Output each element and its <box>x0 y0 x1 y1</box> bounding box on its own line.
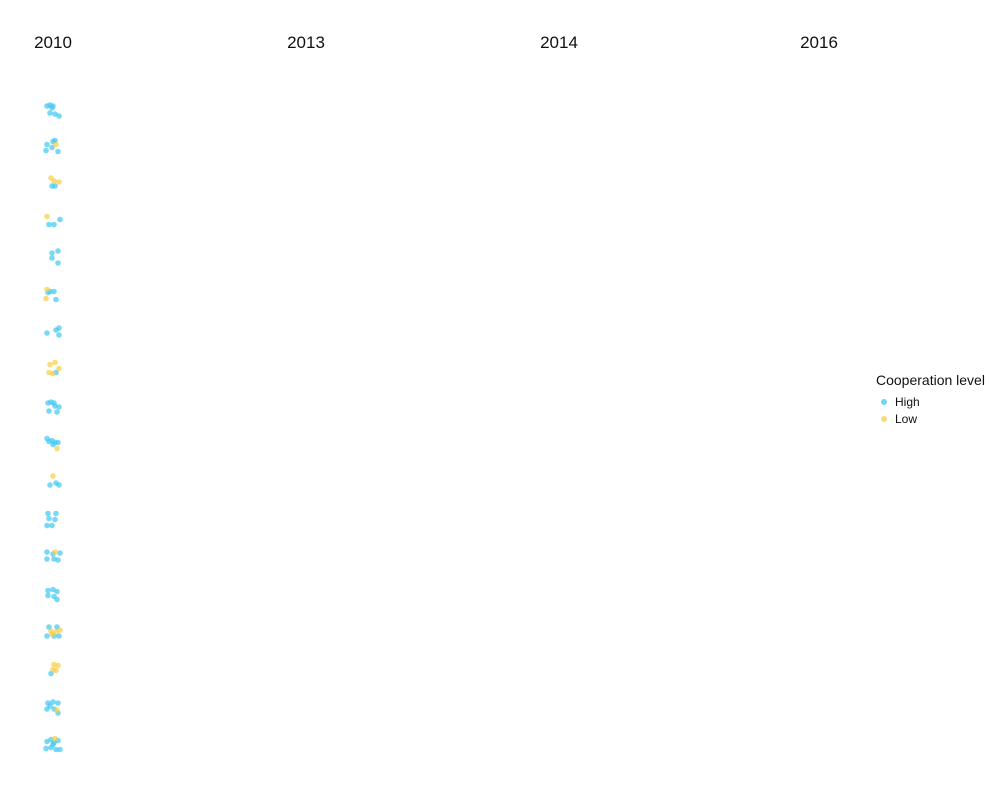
data-point-high <box>44 556 50 562</box>
points-layer <box>43 102 63 753</box>
data-point-high <box>49 255 55 261</box>
legend-label-high: High <box>895 394 920 409</box>
data-point-high <box>56 332 62 338</box>
legend-swatch-low <box>881 415 887 422</box>
legend-label-low: Low <box>895 411 918 426</box>
data-point-high <box>43 745 49 752</box>
data-point-high <box>53 296 59 303</box>
data-point-high <box>49 105 55 111</box>
data-point-high <box>55 439 61 446</box>
data-point-high <box>50 741 56 748</box>
data-point-low <box>54 707 60 713</box>
facet-labels: 2010 2013 2014 2016 <box>34 33 838 52</box>
data-point-high <box>55 260 61 266</box>
data-point-high <box>47 482 53 488</box>
data-point-high <box>54 409 60 415</box>
data-point-low <box>50 473 56 479</box>
data-point-high <box>57 746 63 753</box>
data-point-high <box>56 325 62 331</box>
legend-title: Cooperation level <box>876 372 985 388</box>
data-point-low <box>50 370 56 377</box>
data-point-high <box>53 510 59 517</box>
data-point-high <box>49 250 55 256</box>
data-point-low <box>55 662 61 669</box>
data-point-high <box>57 550 63 556</box>
data-point-high <box>44 522 50 529</box>
data-point-high <box>57 216 63 223</box>
data-point-high <box>44 141 50 148</box>
data-point-low <box>43 295 49 302</box>
data-point-high <box>52 183 58 189</box>
data-point-high <box>45 587 51 594</box>
data-point-high <box>54 588 60 595</box>
data-point-high <box>49 522 55 529</box>
data-point-high <box>45 592 51 599</box>
facet-label-2010: 2010 <box>34 33 72 52</box>
data-point-low <box>53 141 59 148</box>
data-point-low <box>52 359 58 366</box>
legend: Cooperation level High Low <box>876 372 1000 427</box>
data-point-high <box>51 288 57 295</box>
data-point-low <box>49 631 55 637</box>
data-point-low <box>56 365 62 372</box>
data-point-high <box>50 441 56 448</box>
data-point-low <box>44 286 50 293</box>
data-point-high <box>44 330 50 336</box>
data-point-high <box>55 148 61 155</box>
data-point-low <box>51 178 57 184</box>
data-point-high <box>52 516 58 523</box>
facet-label-2016: 2016 <box>800 33 838 52</box>
data-point-high <box>55 557 61 563</box>
data-point-low <box>52 549 58 555</box>
data-point-high <box>47 703 53 709</box>
data-point-high <box>44 633 50 639</box>
data-point-high <box>46 221 52 228</box>
data-point-low <box>53 667 59 674</box>
data-point-high <box>44 549 50 555</box>
data-point-high <box>43 147 49 154</box>
facet-label-2013: 2013 <box>287 33 325 52</box>
data-point-low <box>56 179 62 185</box>
data-point-high <box>56 113 62 119</box>
facet-label-2014: 2014 <box>540 33 578 52</box>
legend-item-high[interactable]: High <box>876 393 1000 410</box>
legend-swatch-high <box>881 398 887 405</box>
legend-item-low[interactable]: Low <box>876 410 1000 427</box>
data-point-high <box>54 596 60 603</box>
data-point-low <box>54 445 60 452</box>
data-point-high <box>47 110 53 116</box>
faceted-scatter-chart: 2010 2013 2014 2016 <box>34 33 838 753</box>
data-point-high <box>46 515 52 522</box>
data-point-high <box>56 482 62 488</box>
data-point-low <box>52 735 58 742</box>
data-point-low <box>57 627 63 633</box>
data-point-high <box>52 403 58 409</box>
data-point-low <box>44 213 50 220</box>
data-point-low <box>47 361 53 368</box>
data-point-high <box>46 408 52 414</box>
data-point-high <box>45 510 51 517</box>
data-point-high <box>55 700 61 706</box>
data-point-high <box>55 248 61 254</box>
data-point-high <box>51 221 57 228</box>
